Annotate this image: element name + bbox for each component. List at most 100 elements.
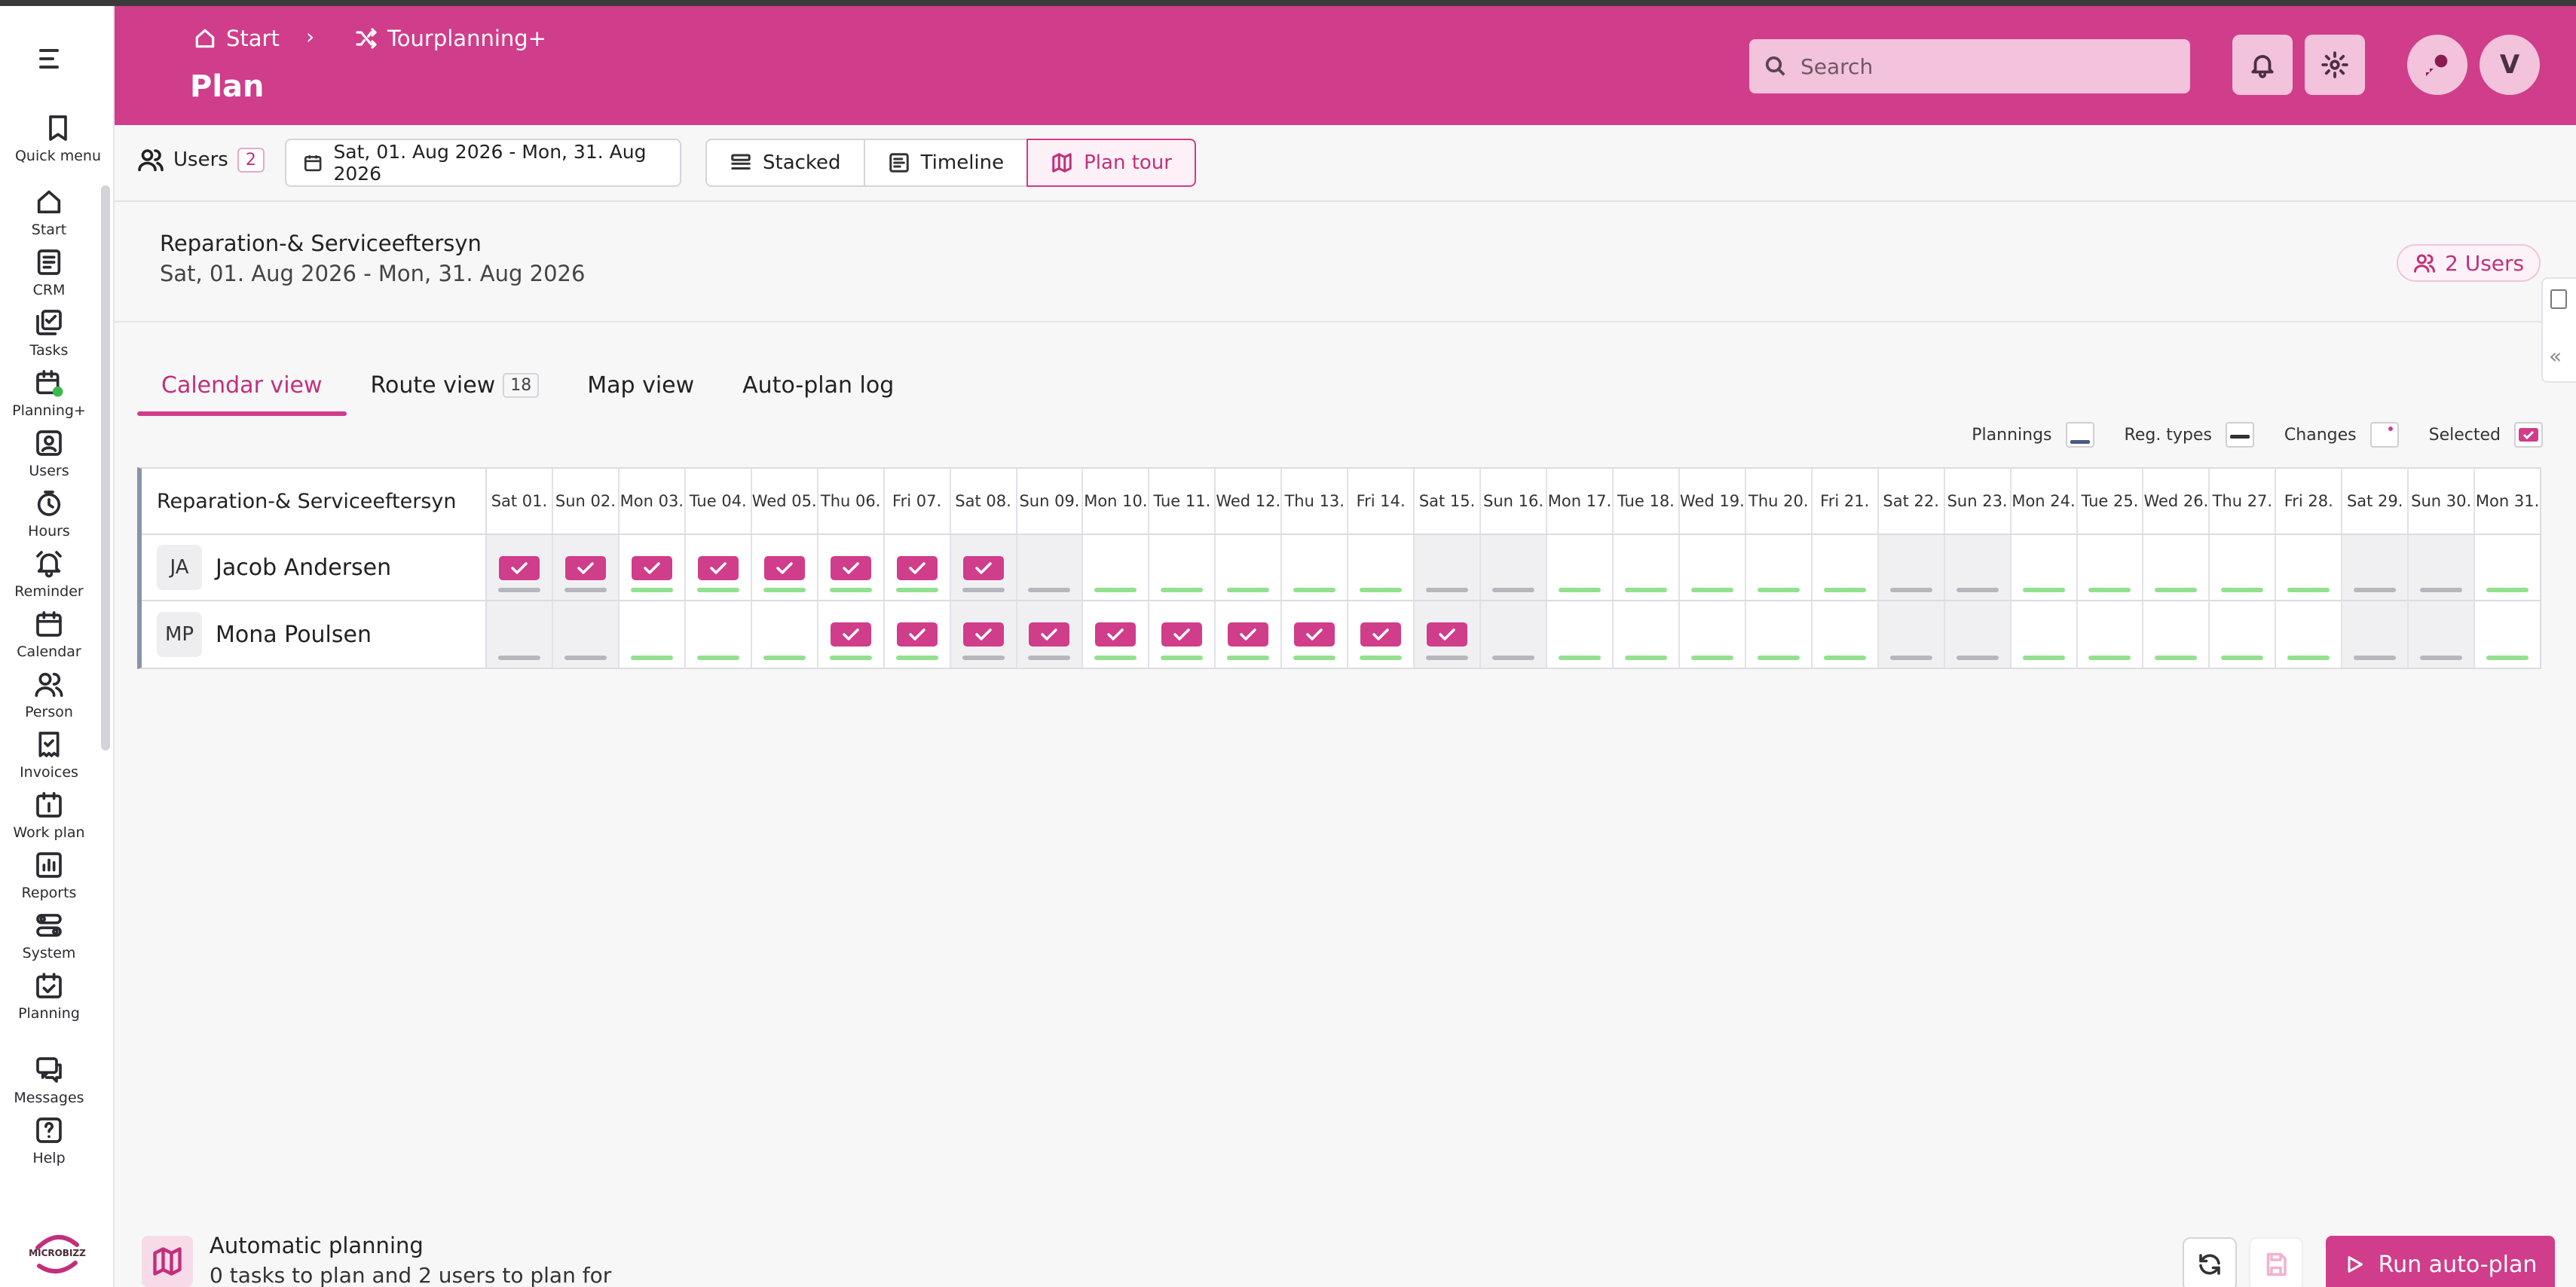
sidebar-scrollbar[interactable] [101, 185, 110, 750]
search-input[interactable] [1800, 53, 2162, 79]
day-cell[interactable] [885, 535, 951, 600]
selected-check-icon[interactable] [1029, 622, 1070, 647]
sidebar-item-quick-menu[interactable]: Quick menu [9, 113, 107, 164]
day-cell[interactable] [1614, 601, 1680, 668]
settings-button[interactable] [2305, 35, 2365, 95]
day-cell[interactable] [1746, 601, 1813, 668]
day-cell[interactable] [1547, 535, 1614, 600]
day-cell[interactable] [1415, 535, 1482, 600]
legend-selected-swatch[interactable] [2514, 422, 2543, 448]
selected-check-icon[interactable] [830, 622, 871, 647]
day-cell[interactable] [1415, 601, 1482, 668]
day-cell[interactable] [818, 601, 885, 668]
breadcrumb-tourplanning[interactable]: Tourplanning+ [354, 26, 546, 51]
day-cell[interactable] [1944, 535, 2012, 600]
day-cell[interactable] [620, 601, 686, 668]
day-cell[interactable] [1813, 601, 1879, 668]
day-cell[interactable] [1878, 601, 1945, 668]
sidebar-item-invoices[interactable]: Invoices [0, 729, 98, 781]
legend-plannings-swatch[interactable] [2065, 422, 2094, 448]
sidebar-item-users[interactable]: Users [0, 428, 98, 479]
selected-check-icon[interactable] [763, 556, 805, 580]
day-cell[interactable] [2012, 601, 2078, 668]
day-cell[interactable] [1481, 601, 1547, 668]
search-box[interactable] [1749, 39, 2190, 93]
notifications-button[interactable] [2232, 35, 2293, 95]
user-name-cell[interactable]: MP Mona Poulsen [142, 601, 487, 668]
day-cell[interactable] [2078, 535, 2144, 600]
selected-check-icon[interactable] [498, 556, 540, 580]
day-cell[interactable] [1017, 601, 1084, 668]
sidebar-item-planning-plus[interactable]: Planning+ [0, 368, 98, 419]
sidebar-item-reminder[interactable]: Reminder [0, 549, 98, 600]
day-cell[interactable] [1680, 601, 1746, 668]
selected-check-icon[interactable] [1360, 622, 1402, 647]
day-cell[interactable] [1348, 535, 1415, 600]
sidebar-item-tasks[interactable]: Tasks [0, 307, 98, 359]
day-cell[interactable] [1282, 601, 1349, 668]
selected-check-icon[interactable] [830, 556, 871, 580]
day-cell[interactable] [2475, 601, 2540, 668]
day-cell[interactable] [1083, 535, 1150, 600]
day-cell[interactable] [1944, 601, 2012, 668]
day-cell[interactable] [1149, 601, 1216, 668]
run-auto-plan-button[interactable]: Run auto-plan [2326, 1236, 2555, 1287]
selected-check-icon[interactable] [962, 556, 1004, 580]
selected-check-icon[interactable] [1095, 622, 1137, 647]
day-cell[interactable] [487, 535, 553, 600]
day-cell[interactable] [1614, 535, 1680, 600]
save-button[interactable] [2249, 1237, 2303, 1287]
day-cell[interactable] [686, 535, 752, 600]
user-name-cell[interactable]: JA Jacob Andersen [142, 535, 487, 600]
selected-check-icon[interactable] [1294, 622, 1335, 647]
day-cell[interactable] [818, 535, 885, 600]
users-pill-button[interactable]: 2 Users [2397, 244, 2541, 282]
day-cell[interactable] [1216, 601, 1283, 668]
breadcrumb-start[interactable]: Start [193, 26, 280, 51]
day-cell[interactable] [950, 601, 1017, 668]
day-cell[interactable] [1083, 601, 1150, 668]
day-cell[interactable] [2210, 535, 2277, 600]
day-cell[interactable] [2210, 601, 2277, 668]
selected-check-icon[interactable] [631, 556, 672, 580]
date-range-picker[interactable]: Sat, 01. Aug 2026 - Mon, 31. Aug 2026 [285, 139, 681, 187]
refresh-button[interactable] [2183, 1237, 2237, 1287]
day-cell[interactable] [552, 601, 620, 668]
tab-map-view[interactable]: Map view [563, 354, 718, 416]
day-cell[interactable] [1282, 535, 1349, 600]
sidebar-item-help[interactable]: Help [0, 1115, 98, 1166]
day-cell[interactable] [487, 601, 553, 668]
tab-auto-plan-log[interactable]: Auto-plan log [718, 354, 918, 416]
sidebar-item-work-plan[interactable]: Work plan [0, 790, 98, 841]
day-cell[interactable] [1149, 535, 1216, 600]
day-cell[interactable] [2342, 601, 2409, 668]
hamburger-menu-icon[interactable] [39, 42, 72, 75]
day-cell[interactable] [1017, 535, 1084, 600]
day-cell[interactable] [2276, 535, 2343, 600]
legend-reg-types-swatch[interactable] [2225, 422, 2254, 448]
view-stacked-button[interactable]: Stacked [705, 139, 865, 187]
day-cell[interactable] [1746, 535, 1813, 600]
day-cell[interactable] [885, 601, 951, 668]
day-cell[interactable] [552, 535, 620, 600]
sidebar-item-messages[interactable]: Messages [0, 1055, 98, 1106]
tab-route-view[interactable]: Route view 18 [347, 354, 564, 416]
day-cell[interactable] [2143, 535, 2210, 600]
selected-check-icon[interactable] [962, 622, 1004, 647]
sidebar-item-crm[interactable]: CRM [0, 247, 98, 298]
selected-check-icon[interactable] [896, 622, 938, 647]
day-cell[interactable] [2475, 535, 2540, 600]
selected-check-icon[interactable] [1228, 622, 1269, 647]
sidebar-item-calendar[interactable]: Calendar [0, 609, 98, 660]
day-cell[interactable] [1680, 535, 1746, 600]
user-avatar-button[interactable]: V [2480, 35, 2540, 95]
sidebar-item-reports[interactable]: Reports [0, 850, 98, 901]
day-cell[interactable] [2409, 535, 2476, 600]
day-cell[interactable] [1216, 535, 1283, 600]
key-button[interactable] [2407, 35, 2467, 95]
selected-check-icon[interactable] [1427, 622, 1468, 647]
day-cell[interactable] [2409, 601, 2476, 668]
selected-check-icon[interactable] [1161, 622, 1203, 647]
day-cell[interactable] [1813, 535, 1879, 600]
users-filter[interactable]: Users 2 [137, 146, 265, 173]
